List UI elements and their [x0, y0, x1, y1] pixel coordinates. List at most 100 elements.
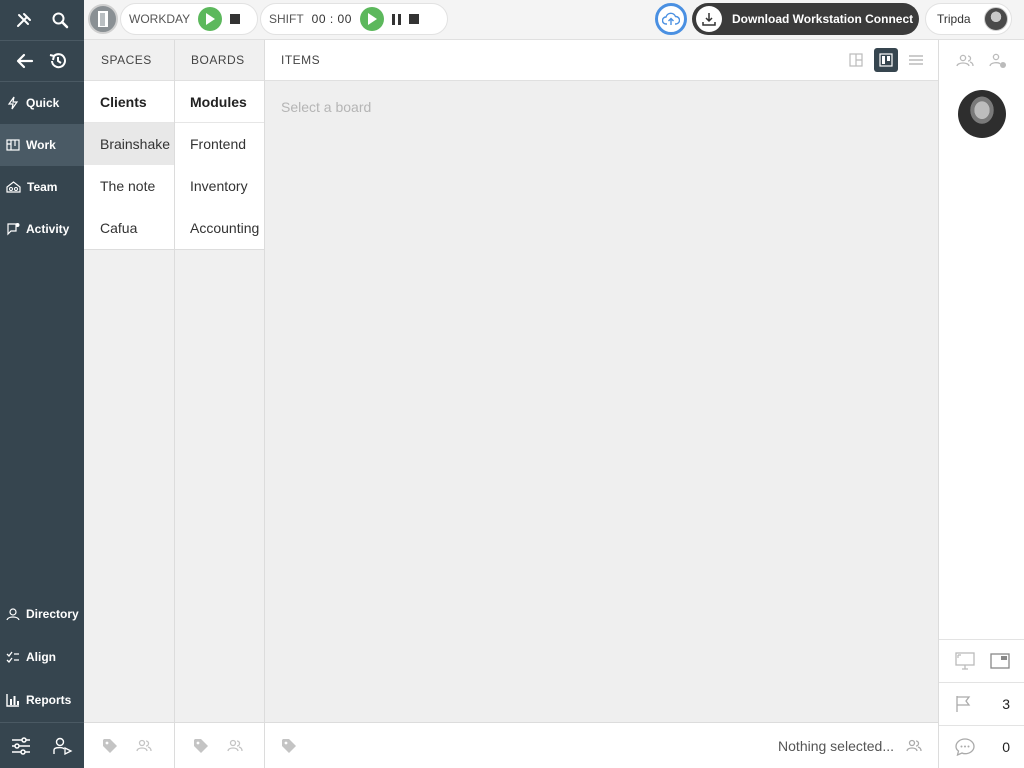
kanban-view-button[interactable] [874, 48, 898, 72]
boards-header: BOARDS [175, 40, 264, 81]
sidebar-item-label: Directory [26, 606, 79, 621]
sidebar-item-label: Activity [26, 222, 70, 236]
selection-status: Nothing selected... [778, 738, 922, 754]
left-sidebar: Quick Work Team Activity Directory Align… [0, 0, 84, 768]
sidebar-nav: Quick Work Team Activity [0, 82, 84, 250]
bar-chart-icon [6, 693, 20, 707]
play-icon [367, 13, 377, 25]
sidebar-item-label: Work [26, 138, 56, 152]
list-item[interactable]: Brainshake [84, 123, 174, 165]
sidebar-item-quick[interactable]: Quick [0, 82, 84, 124]
monitor-icon[interactable] [955, 652, 975, 670]
items-header: ITEMS [265, 40, 938, 81]
shift-stop-button[interactable] [408, 14, 419, 24]
spaces-group-heading[interactable]: Clients [84, 81, 174, 123]
sidebar-top [0, 0, 84, 40]
cloud-sync-button[interactable] [655, 3, 687, 35]
list-item[interactable]: Inventory [175, 165, 264, 207]
member-settings-icon[interactable] [989, 53, 1007, 69]
view-toggles [844, 48, 928, 72]
download-icon [696, 6, 722, 32]
sliders-icon[interactable] [11, 736, 31, 755]
kanban-icon [879, 53, 893, 67]
flag-icon [955, 695, 973, 713]
comment-icon [955, 738, 975, 756]
shift-label: SHIFT [269, 12, 304, 26]
spaces-footer [84, 722, 174, 768]
shift-pause-button[interactable] [391, 13, 401, 25]
split-view-icon [849, 53, 863, 67]
members-icon[interactable] [956, 54, 974, 68]
list-view-button[interactable] [904, 48, 928, 72]
avatar [984, 7, 1008, 31]
download-label: Download Workstation Connect [732, 12, 914, 26]
spaces-list: Clients Brainshake The note Cafua [84, 81, 174, 250]
back-arrow-icon[interactable] [16, 52, 34, 70]
sidebar-item-align[interactable]: Align [0, 635, 84, 678]
door-icon [96, 10, 110, 28]
selection-status-text: Nothing selected... [778, 737, 894, 754]
list-item[interactable]: The note [84, 165, 174, 207]
activity-icon [6, 222, 20, 236]
people-icon[interactable] [227, 739, 243, 753]
sidebar-footer [0, 722, 84, 768]
team-icon [6, 180, 21, 194]
tools-icon[interactable] [15, 11, 33, 29]
board-icon [6, 138, 20, 152]
workday-play-button[interactable] [198, 7, 223, 31]
list-icon [909, 55, 923, 65]
tag-icon[interactable] [193, 738, 209, 754]
sidebar-item-directory[interactable]: Directory [0, 592, 84, 635]
comment-count: 0 [1002, 739, 1010, 755]
list-item[interactable]: Accounting [175, 207, 264, 249]
tag-icon[interactable] [281, 738, 297, 754]
people-icon[interactable] [136, 739, 152, 753]
spaces-header: SPACES [84, 40, 174, 81]
sidebar-history-row [0, 40, 84, 82]
comments-row[interactable]: 0 [939, 725, 1024, 768]
screen-controls [939, 639, 1024, 682]
tag-icon[interactable] [102, 738, 118, 754]
workday-control: WORKDAY [120, 3, 258, 35]
download-workstation-button[interactable]: Download Workstation Connect [692, 3, 919, 35]
picture-in-picture-icon[interactable] [990, 653, 1010, 669]
split-view-button[interactable] [844, 48, 868, 72]
user-menu[interactable]: Tripda [925, 3, 1012, 35]
right-panel-bottom: 3 0 [939, 639, 1024, 768]
sidebar-item-reports[interactable]: Reports [0, 678, 84, 721]
top-bar: WORKDAY SHIFT 00 : 00 Download Workstati… [84, 0, 1024, 40]
boards-column: BOARDS Modules Frontend Inventory Accoun… [175, 40, 265, 768]
door-button[interactable] [88, 4, 118, 34]
people-icon[interactable] [906, 739, 922, 753]
play-icon [206, 13, 216, 25]
sidebar-bottom-nav: Directory Align Reports [0, 592, 84, 721]
flags-row[interactable]: 3 [939, 682, 1024, 725]
shift-control: SHIFT 00 : 00 [260, 3, 448, 35]
workday-label: WORKDAY [129, 12, 191, 26]
right-panel-header [939, 40, 1024, 81]
items-placeholder: Select a board [281, 99, 372, 115]
sidebar-item-label: Align [26, 649, 56, 664]
items-panel: ITEMS Select a board Nothing selected... [265, 40, 939, 768]
list-item[interactable]: Frontend [175, 123, 264, 165]
search-icon[interactable] [51, 11, 69, 29]
sidebar-item-label: Quick [26, 96, 60, 110]
checklist-icon [6, 650, 20, 664]
items-footer: Nothing selected... [265, 722, 938, 768]
flag-count: 3 [1002, 696, 1010, 712]
workday-stop-button[interactable] [230, 14, 241, 24]
list-item[interactable]: Cafua [84, 207, 174, 249]
sidebar-item-team[interactable]: Team [0, 166, 84, 208]
user-settings-icon[interactable] [53, 737, 73, 755]
boards-footer [175, 722, 264, 768]
shift-play-button[interactable] [359, 7, 384, 31]
sidebar-item-activity[interactable]: Activity [0, 208, 84, 250]
sidebar-item-label: Team [27, 180, 58, 194]
sidebar-item-work[interactable]: Work [0, 124, 84, 166]
cloud-upload-icon [662, 12, 680, 26]
avatar[interactable] [957, 90, 1006, 138]
lightning-icon [6, 96, 20, 110]
boards-group-heading[interactable]: Modules [175, 81, 264, 123]
history-icon[interactable] [48, 51, 68, 71]
items-header-label: ITEMS [281, 53, 321, 67]
